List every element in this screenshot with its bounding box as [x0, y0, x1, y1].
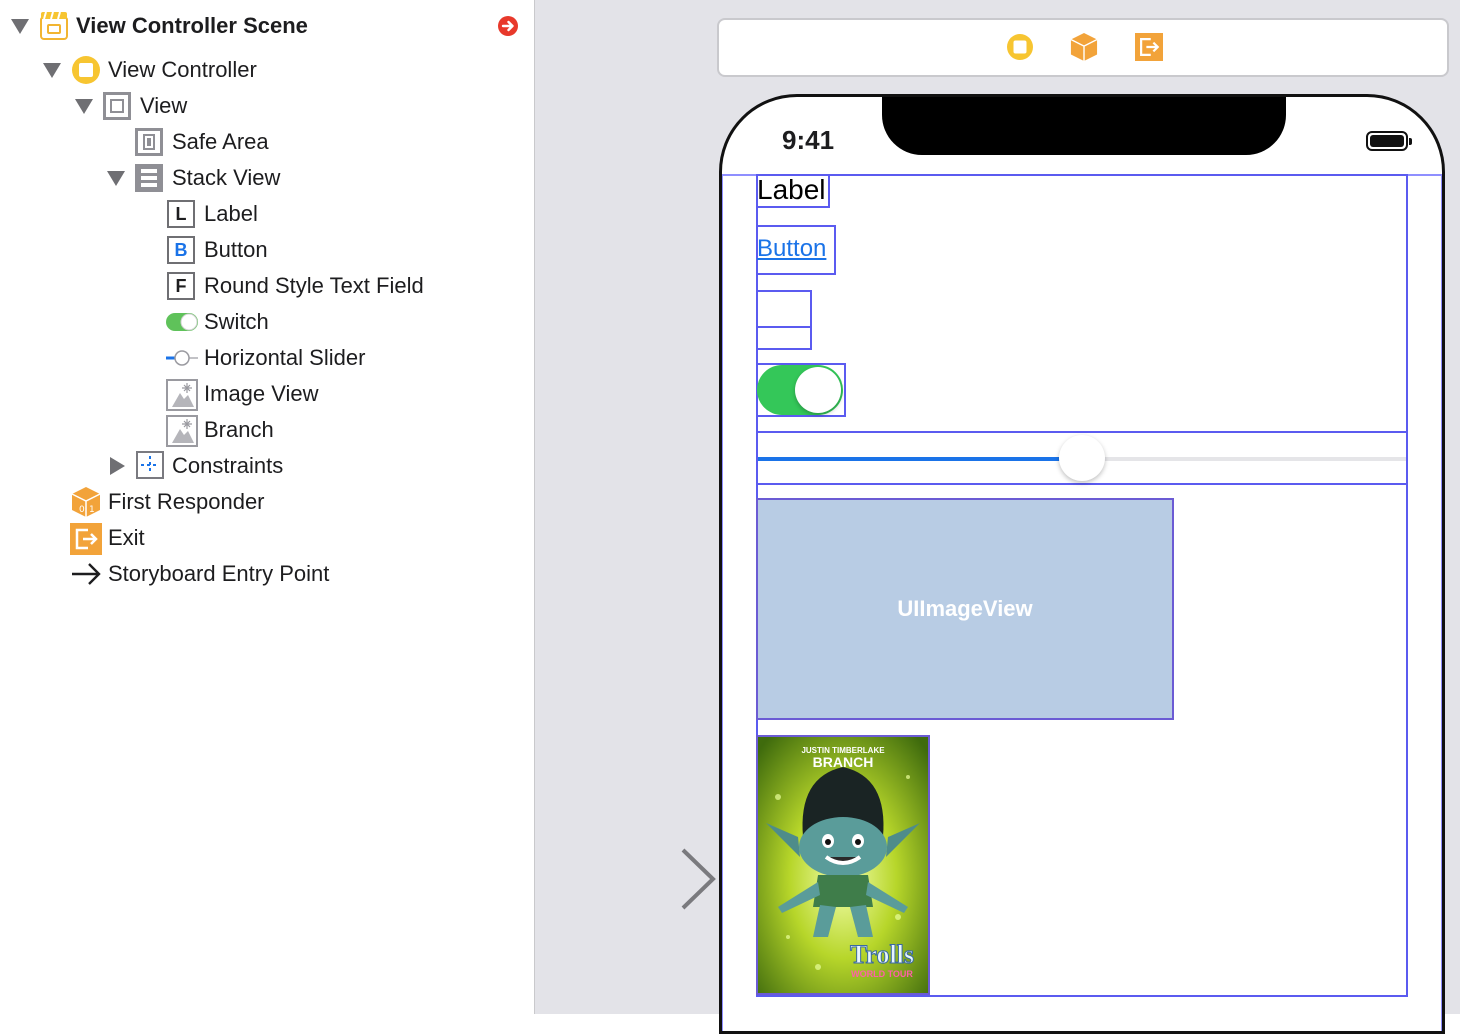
outline-row-switch[interactable]: Switch [204, 305, 269, 339]
svg-text:0: 0 [79, 505, 85, 515]
outline-row-image-view[interactable]: Image View [204, 377, 319, 411]
go-to-icon[interactable] [497, 15, 519, 42]
round-style-text-field[interactable] [756, 290, 812, 350]
button-icon: B [167, 236, 195, 264]
outline-item-label: Exit [108, 525, 145, 550]
switch-outline [756, 363, 846, 417]
outline-row-slider[interactable]: Horizontal Slider [204, 341, 365, 375]
outline-item-label: Round Style Text Field [204, 273, 424, 298]
constraints-icon [136, 451, 164, 484]
outline-item-label: Stack View [172, 165, 281, 190]
storyboard-canvas[interactable]: 9:41 Label Button UIImageView JUSTIN TIM… [535, 0, 1460, 1034]
outline-item-label: Safe Area [172, 129, 269, 154]
view-controller-icon [71, 55, 101, 90]
outline-row-scene[interactable]: View Controller Scene [76, 9, 308, 43]
poster-logo-subtitle: WORLD TOUR [851, 969, 913, 979]
outline-row-text-field[interactable]: Round Style Text Field [204, 269, 424, 303]
outline-row-view-controller[interactable]: View Controller [108, 53, 257, 87]
outline-item-label: View [140, 93, 188, 118]
text-field-icon-glyph: F [175, 275, 187, 296]
branch-image-view[interactable]: JUSTIN TIMBERLAKE BRANCH Trolls WORLD TO… [756, 735, 930, 995]
switch-knob[interactable] [795, 367, 841, 413]
battery-icon [1366, 131, 1412, 151]
outline-row-button[interactable]: Button [204, 233, 268, 267]
storyboard-entry-point-arrow[interactable] [543, 844, 719, 916]
exit-icon [70, 523, 102, 560]
first-responder-icon[interactable] [1070, 32, 1098, 67]
disclosure-triangle-expanded-icon[interactable] [11, 19, 29, 34]
safe-area-icon [135, 128, 163, 156]
outline-row-safe-area[interactable]: Safe Area [172, 125, 269, 159]
poster-logo-text: Trolls [850, 940, 914, 969]
iphone-device-frame: 9:41 Label Button UIImageView JUSTIN TIM… [719, 94, 1445, 1034]
poster-character-name: BRANCH [813, 754, 874, 770]
label-icon: L [167, 200, 195, 228]
disclosure-triangle-expanded-icon[interactable] [107, 171, 125, 186]
outline-item-label: Switch [204, 309, 269, 334]
outline-item-label: Branch [204, 417, 274, 442]
label-text: Label [757, 174, 826, 205]
outline-row-first-responder[interactable]: First Responder [108, 485, 265, 519]
status-bar-time: 9:41 [782, 125, 835, 155]
button-title: Button [757, 235, 827, 262]
outline-row-view[interactable]: View [140, 89, 187, 123]
outline-item-label: Label [204, 201, 258, 226]
button-icon-glyph: B [174, 239, 188, 260]
slider-icon [165, 349, 199, 372]
slider-fill [758, 457, 1062, 461]
image-view-placeholder[interactable]: UIImageView [756, 498, 1174, 720]
outline-item-label: Horizontal Slider [204, 345, 366, 370]
entry-point-arrow-icon [71, 562, 101, 591]
disclosure-triangle-collapsed-icon[interactable] [110, 457, 125, 475]
outline-row-entry-point[interactable]: Storyboard Entry Point [108, 557, 329, 591]
outline-row-exit[interactable]: Exit [108, 521, 145, 555]
exit-icon[interactable] [1135, 33, 1163, 66]
trolls-poster-image: JUSTIN TIMBERLAKE BRANCH Trolls WORLD TO… [758, 737, 928, 993]
outline-row-stack-view[interactable]: Stack View [172, 161, 280, 195]
outline-item-label: Image View [204, 381, 319, 406]
storyboard-scene-icon [40, 11, 68, 46]
label-element[interactable]: Label [756, 174, 830, 208]
first-responder-icon: 0 1 [71, 486, 101, 523]
slider-outline [756, 431, 1408, 485]
slider-thumb[interactable] [1059, 435, 1105, 481]
document-outline: View Controller Scene View Controller Vi… [0, 0, 535, 1014]
outline-item-label: Button [204, 237, 268, 262]
disclosure-triangle-expanded-icon[interactable] [43, 63, 61, 78]
device-notch [882, 97, 1286, 155]
switch-icon [166, 313, 198, 336]
switch-control[interactable] [757, 365, 843, 415]
outline-item-label: First Responder [108, 489, 265, 514]
text-field-icon: F [167, 272, 195, 300]
scene-title: View Controller Scene [76, 13, 308, 38]
image-view-icon [166, 415, 198, 452]
outline-item-label: Storyboard Entry Point [108, 561, 330, 586]
image-view-icon [166, 379, 198, 416]
outline-row-branch[interactable]: Branch [204, 413, 274, 447]
stack-view-icon [135, 164, 163, 197]
view-controller-icon[interactable] [1006, 33, 1034, 66]
outline-row-label[interactable]: Label [204, 197, 258, 231]
outline-item-label: Constraints [172, 453, 284, 478]
text-field-divider [758, 326, 810, 328]
svg-text:1: 1 [89, 505, 95, 515]
outline-item-label: View Controller [108, 57, 257, 82]
outline-row-constraints[interactable]: Constraints [172, 449, 283, 483]
label-icon-glyph: L [175, 203, 187, 224]
scene-dock [717, 18, 1449, 77]
disclosure-triangle-expanded-icon[interactable] [75, 99, 93, 114]
button-element[interactable]: Button [756, 225, 836, 275]
view-icon [103, 92, 131, 120]
image-view-placeholder-text: UIImageView [897, 596, 1033, 621]
